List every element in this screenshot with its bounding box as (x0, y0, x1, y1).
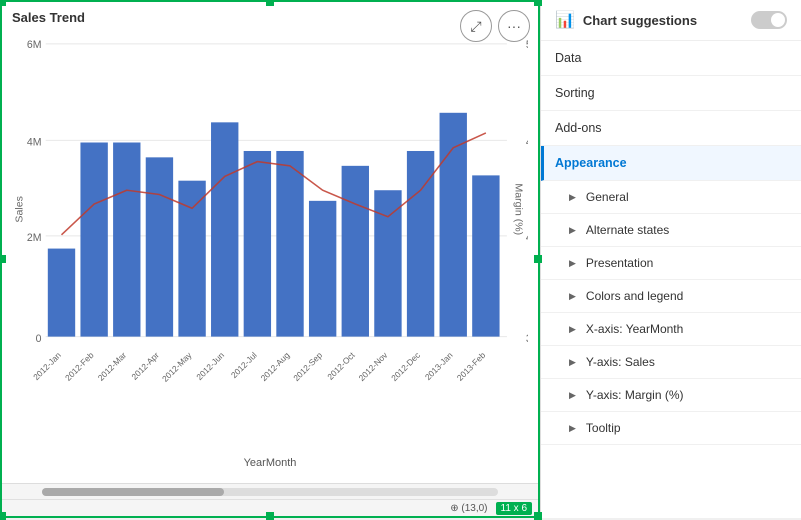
scrollbar-area (2, 483, 538, 500)
chevron-icon-presentation: ▶ (569, 258, 576, 269)
chart-toolbar: ⤢ ··· (460, 10, 530, 42)
svg-text:2012-Jul: 2012-Jul (229, 350, 259, 380)
menu-label-y-axis-sales: Y-axis: Sales (586, 355, 655, 369)
svg-text:2012-Nov: 2012-Nov (357, 349, 390, 383)
menu-item-tooltip[interactable]: ▶ Tooltip (541, 412, 801, 445)
menu-item-sorting[interactable]: Sorting (541, 76, 801, 111)
svg-text:Margin (%): Margin (%) (512, 183, 524, 235)
svg-text:2012-Mar: 2012-Mar (96, 350, 129, 383)
svg-text:2012-Jun: 2012-Jun (194, 350, 226, 382)
panel-menu: DataSortingAdd-onsAppearance ▶ General ▶ Alt… (541, 41, 801, 518)
svg-text:2012-Apr: 2012-Apr (129, 350, 161, 382)
panel-title: Chart suggestions (583, 13, 697, 28)
svg-text:2013-Feb: 2013-Feb (455, 350, 488, 383)
svg-text:2012-Jan: 2012-Jan (31, 350, 63, 382)
menu-label-tooltip: Tooltip (586, 421, 621, 435)
svg-text:Sales: Sales (14, 196, 26, 222)
svg-text:2M: 2M (27, 232, 42, 244)
svg-text:45: 45 (526, 137, 528, 149)
menu-item-colors-legend[interactable]: ▶ Colors and legend (541, 280, 801, 313)
svg-text:2012-Sep: 2012-Sep (291, 350, 324, 383)
chevron-icon-alternate-states: ▶ (569, 225, 576, 236)
resize-ml[interactable] (0, 255, 6, 263)
chevron-icon-x-axis: ▶ (569, 324, 576, 335)
menu-label-y-axis-margin: Y-axis: Margin (%) (586, 388, 684, 402)
menu-item-y-axis-margin[interactable]: ▶ Y-axis: Margin (%) (541, 379, 801, 412)
chart-container: ⤢ ··· Sales Trend 6M 4M 2M 0 Sales 50 45… (0, 0, 540, 518)
svg-text:2012-Dec: 2012-Dec (389, 350, 422, 383)
chart-svg: 6M 4M 2M 0 Sales 50 45 40 35 Margin (%) (12, 29, 528, 443)
chevron-icon-general: ▶ (569, 192, 576, 203)
menu-label-alternate-states: Alternate states (586, 223, 669, 237)
panel-header: 📊 Chart suggestions (541, 0, 801, 41)
resize-bm[interactable] (266, 512, 274, 520)
menu-label-x-axis: X-axis: YearMonth (586, 322, 683, 336)
menu-item-general[interactable]: ▶ General (541, 181, 801, 214)
resize-bl[interactable] (0, 512, 6, 520)
scrollbar-thumb[interactable] (42, 488, 224, 496)
menu-item-appearance[interactable]: Appearance (541, 146, 801, 181)
menu-label-presentation: Presentation (586, 256, 653, 270)
svg-text:4M: 4M (27, 137, 42, 149)
resize-tl[interactable] (0, 0, 6, 6)
svg-text:35: 35 (526, 333, 528, 345)
panel-header-title-group: 📊 Chart suggestions (555, 10, 697, 30)
resize-mr[interactable] (534, 255, 542, 263)
svg-text:40: 40 (526, 232, 528, 244)
chevron-icon-y-axis-sales: ▶ (569, 357, 576, 368)
resize-tr[interactable] (534, 0, 542, 6)
chart-suggestions-icon: 📊 (555, 10, 575, 30)
menu-item-presentation[interactable]: ▶ Presentation (541, 247, 801, 280)
svg-text:6M: 6M (27, 39, 42, 51)
x-axis-label: YearMonth (244, 457, 297, 469)
menu-item-y-axis-sales[interactable]: ▶ Y-axis: Sales (541, 346, 801, 379)
menu-label-general: General (586, 190, 629, 204)
menu-label-colors-legend: Colors and legend (586, 289, 683, 303)
svg-text:2012-May: 2012-May (160, 349, 194, 383)
svg-text:2013-Jan: 2013-Jan (423, 350, 455, 382)
expand-button[interactable]: ⤢ (460, 10, 492, 42)
svg-text:0: 0 (36, 333, 42, 345)
chevron-icon-y-axis-margin: ▶ (569, 390, 576, 401)
chevron-icon-colors-legend: ▶ (569, 291, 576, 302)
svg-text:2012-Oct: 2012-Oct (325, 350, 357, 382)
resize-tm[interactable] (266, 0, 274, 6)
scrollbar-track[interactable] (42, 488, 498, 496)
menu-item-data[interactable]: Data (541, 41, 801, 76)
more-button[interactable]: ··· (498, 10, 530, 42)
chart-inner: 6M 4M 2M 0 Sales 50 45 40 35 Margin (%) (12, 25, 528, 483)
menu-item-alternate-states[interactable]: ▶ Alternate states (541, 214, 801, 247)
menu-item-addons[interactable]: Add-ons (541, 111, 801, 146)
chevron-icon-tooltip: ▶ (569, 423, 576, 434)
svg-text:2012-Feb: 2012-Feb (63, 350, 96, 383)
resize-br[interactable] (534, 512, 542, 520)
svg-text:2012-Aug: 2012-Aug (259, 350, 292, 383)
right-panel: 📊 Chart suggestions DataSortingAdd-onsAp… (540, 0, 801, 518)
chart-suggestions-toggle[interactable] (751, 11, 787, 29)
position-indicator: ⊕ (13,0) (450, 503, 487, 514)
size-badge: 11 x 6 (496, 502, 533, 515)
menu-item-x-axis[interactable]: ▶ X-axis: YearMonth (541, 313, 801, 346)
